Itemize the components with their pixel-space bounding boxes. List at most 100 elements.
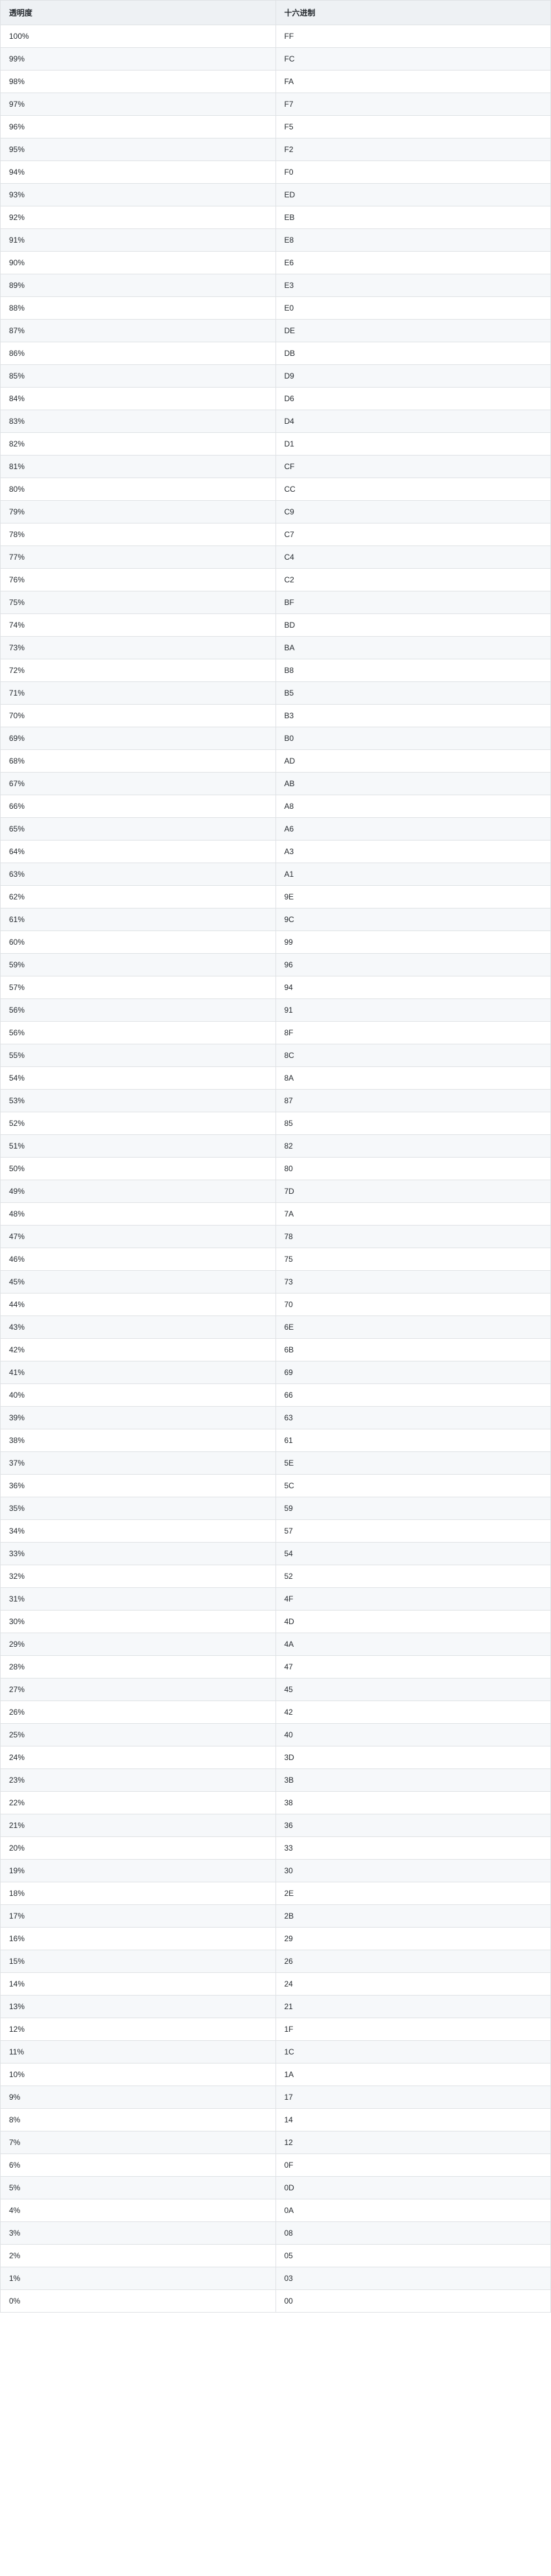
- cell-opacity: 41%: [1, 1361, 276, 1384]
- table-row: 22%38: [1, 1792, 551, 1814]
- cell-hex: 52: [276, 1565, 551, 1588]
- table-row: 17%2B: [1, 1905, 551, 1928]
- cell-opacity: 31%: [1, 1588, 276, 1611]
- cell-hex: 14: [276, 2109, 551, 2131]
- cell-opacity: 19%: [1, 1860, 276, 1882]
- cell-opacity: 55%: [1, 1044, 276, 1067]
- cell-opacity: 25%: [1, 1724, 276, 1746]
- cell-opacity: 38%: [1, 1429, 276, 1452]
- cell-hex: 96: [276, 954, 551, 976]
- cell-opacity: 90%: [1, 252, 276, 274]
- cell-hex: 6E: [276, 1316, 551, 1339]
- cell-opacity: 53%: [1, 1090, 276, 1112]
- cell-hex: 47: [276, 1656, 551, 1679]
- cell-opacity: 23%: [1, 1769, 276, 1792]
- cell-opacity: 73%: [1, 637, 276, 659]
- table-row: 44%70: [1, 1294, 551, 1316]
- cell-hex: FA: [276, 71, 551, 93]
- table-row: 94%F0: [1, 161, 551, 184]
- table-row: 70%B3: [1, 705, 551, 727]
- cell-opacity: 92%: [1, 206, 276, 229]
- cell-hex: 26: [276, 1950, 551, 1973]
- cell-opacity: 24%: [1, 1746, 276, 1769]
- table-row: 66%A8: [1, 795, 551, 818]
- cell-opacity: 1%: [1, 2267, 276, 2290]
- table-row: 2%05: [1, 2245, 551, 2267]
- cell-hex: 03: [276, 2267, 551, 2290]
- cell-hex: BA: [276, 637, 551, 659]
- table-row: 81%CF: [1, 456, 551, 478]
- cell-opacity: 65%: [1, 818, 276, 841]
- cell-opacity: 100%: [1, 25, 276, 48]
- cell-hex: 38: [276, 1792, 551, 1814]
- table-row: 27%45: [1, 1679, 551, 1701]
- table-row: 64%A3: [1, 841, 551, 863]
- cell-opacity: 72%: [1, 659, 276, 682]
- table-row: 95%F2: [1, 138, 551, 161]
- table-row: 67%AB: [1, 773, 551, 795]
- table-row: 13%21: [1, 1996, 551, 2018]
- cell-hex: AD: [276, 750, 551, 773]
- cell-opacity: 21%: [1, 1814, 276, 1837]
- cell-opacity: 4%: [1, 2199, 276, 2222]
- table-row: 50%80: [1, 1158, 551, 1180]
- cell-opacity: 28%: [1, 1656, 276, 1679]
- table-row: 93%ED: [1, 184, 551, 206]
- cell-hex: 3B: [276, 1769, 551, 1792]
- cell-opacity: 68%: [1, 750, 276, 773]
- table-row: 40%66: [1, 1384, 551, 1407]
- table-row: 71%B5: [1, 682, 551, 705]
- cell-hex: F2: [276, 138, 551, 161]
- cell-hex: 2E: [276, 1882, 551, 1905]
- cell-hex: E6: [276, 252, 551, 274]
- table-row: 51%82: [1, 1135, 551, 1158]
- cell-hex: 91: [276, 999, 551, 1022]
- table-row: 96%F5: [1, 116, 551, 138]
- cell-hex: 05: [276, 2245, 551, 2267]
- table-row: 74%BD: [1, 614, 551, 637]
- cell-hex: D6: [276, 388, 551, 410]
- cell-opacity: 89%: [1, 274, 276, 297]
- table-row: 35%59: [1, 1497, 551, 1520]
- table-row: 87%DE: [1, 320, 551, 342]
- cell-opacity: 44%: [1, 1294, 276, 1316]
- table-row: 31%4F: [1, 1588, 551, 1611]
- cell-opacity: 79%: [1, 501, 276, 523]
- cell-hex: E8: [276, 229, 551, 252]
- cell-opacity: 37%: [1, 1452, 276, 1475]
- table-row: 19%30: [1, 1860, 551, 1882]
- table-row: 57%94: [1, 976, 551, 999]
- cell-hex: 57: [276, 1520, 551, 1543]
- cell-opacity: 93%: [1, 184, 276, 206]
- table-row: 56%8F: [1, 1022, 551, 1044]
- cell-hex: 1C: [276, 2041, 551, 2064]
- cell-hex: D4: [276, 410, 551, 433]
- cell-opacity: 16%: [1, 1928, 276, 1950]
- cell-opacity: 51%: [1, 1135, 276, 1158]
- cell-opacity: 43%: [1, 1316, 276, 1339]
- cell-opacity: 56%: [1, 1022, 276, 1044]
- cell-opacity: 70%: [1, 705, 276, 727]
- cell-opacity: 80%: [1, 478, 276, 501]
- cell-opacity: 99%: [1, 48, 276, 71]
- cell-hex: 69: [276, 1361, 551, 1384]
- table-row: 56%91: [1, 999, 551, 1022]
- cell-opacity: 87%: [1, 320, 276, 342]
- cell-hex: 42: [276, 1701, 551, 1724]
- table-row: 88%E0: [1, 297, 551, 320]
- cell-opacity: 71%: [1, 682, 276, 705]
- cell-hex: 80: [276, 1158, 551, 1180]
- cell-hex: 36: [276, 1814, 551, 1837]
- cell-hex: 99: [276, 931, 551, 954]
- cell-opacity: 52%: [1, 1112, 276, 1135]
- cell-hex: 17: [276, 2086, 551, 2109]
- cell-hex: AB: [276, 773, 551, 795]
- cell-hex: 7A: [276, 1203, 551, 1226]
- cell-opacity: 78%: [1, 523, 276, 546]
- cell-hex: 4F: [276, 1588, 551, 1611]
- cell-hex: A1: [276, 863, 551, 886]
- header-hex: 十六进制: [276, 1, 551, 25]
- cell-hex: 24: [276, 1973, 551, 1996]
- cell-opacity: 82%: [1, 433, 276, 456]
- cell-opacity: 6%: [1, 2154, 276, 2177]
